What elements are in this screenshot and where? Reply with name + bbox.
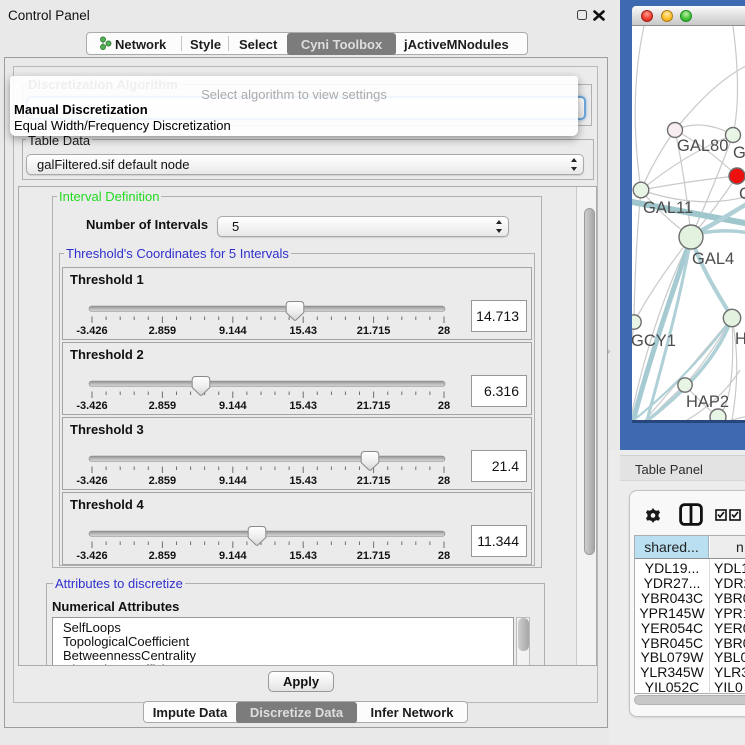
svg-text:28: 28 — [438, 475, 450, 487]
svg-text:15.43: 15.43 — [289, 550, 317, 562]
svg-text:GCY1: GCY1 — [632, 332, 676, 350]
svg-text:-3.426: -3.426 — [76, 550, 107, 562]
svg-text:21.715: 21.715 — [357, 550, 391, 562]
svg-text:-3.426: -3.426 — [76, 400, 107, 412]
svg-text:HI: HI — [735, 330, 745, 348]
svg-text:GAL: GAL — [733, 144, 745, 162]
svg-text:9.144: 9.144 — [219, 325, 247, 337]
svg-text:15.43: 15.43 — [289, 475, 317, 487]
svg-text:GAL4: GAL4 — [692, 250, 734, 268]
svg-text:-3.426: -3.426 — [76, 475, 107, 487]
svg-text:28: 28 — [438, 325, 450, 337]
svg-text:28: 28 — [438, 550, 450, 562]
svg-text:C: C — [739, 185, 745, 203]
svg-text:-3.426: -3.426 — [76, 325, 107, 337]
svg-text:2.859: 2.859 — [149, 475, 177, 487]
svg-text:9.144: 9.144 — [219, 400, 247, 412]
svg-text:HAP2: HAP2 — [686, 393, 729, 411]
svg-text:15.43: 15.43 — [289, 325, 317, 337]
svg-text:2.859: 2.859 — [149, 550, 177, 562]
svg-text:21.715: 21.715 — [357, 325, 391, 337]
svg-text:15.43: 15.43 — [289, 400, 317, 412]
svg-text:2.859: 2.859 — [149, 325, 177, 337]
svg-text:28: 28 — [438, 400, 450, 412]
svg-text:GAL11: GAL11 — [643, 199, 693, 217]
svg-text:21.715: 21.715 — [357, 400, 391, 412]
svg-text:GAL80: GAL80 — [677, 137, 728, 155]
svg-text:21.715: 21.715 — [357, 475, 391, 487]
svg-text:9.144: 9.144 — [219, 550, 247, 562]
svg-text:2.859: 2.859 — [149, 400, 177, 412]
svg-text:9.144: 9.144 — [219, 475, 247, 487]
